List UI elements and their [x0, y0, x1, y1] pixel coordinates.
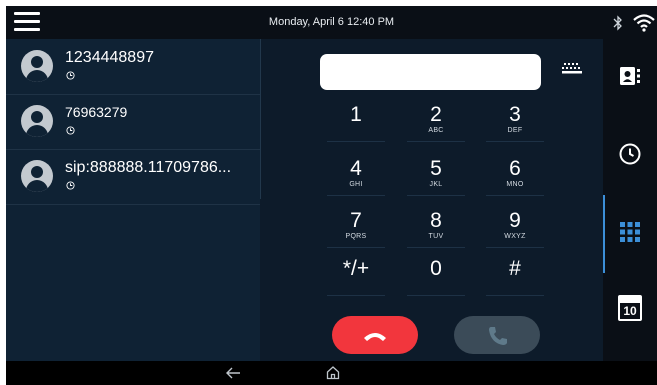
- clock-icon: [66, 181, 75, 190]
- recents-clock-icon: [619, 143, 641, 165]
- nav-dialpad[interactable]: [603, 195, 657, 273]
- nav-calendar[interactable]: 10: [603, 273, 657, 351]
- calendar-icon: 10: [618, 295, 642, 321]
- clock-icon: [66, 71, 75, 80]
- status-datetime: Monday, April 6 12:40 PM: [268, 16, 395, 28]
- active-indicator: [603, 195, 605, 273]
- nav-recents[interactable]: [603, 117, 657, 195]
- dial-key-8[interactable]: 8 TUV: [407, 202, 465, 248]
- call-button[interactable]: [454, 316, 540, 354]
- nav-contacts[interactable]: [603, 39, 657, 117]
- recent-call-name: 76963279: [65, 104, 128, 120]
- dial-key-1[interactable]: 1: [327, 96, 385, 142]
- contacts-icon: [620, 67, 640, 85]
- wifi-icon: [633, 14, 655, 32]
- hang-up-icon: [364, 333, 386, 341]
- home-icon[interactable]: [326, 365, 340, 380]
- recent-call-name: sip:888888.11709786...: [65, 159, 232, 176]
- back-arrow-icon[interactable]: [225, 366, 241, 380]
- dial-key-9[interactable]: 9 WXYZ: [486, 202, 544, 248]
- dial-key-5[interactable]: 5 JKL: [407, 150, 465, 196]
- clock-icon: [66, 126, 75, 135]
- dial-key-star-plus[interactable]: */+: [327, 250, 385, 296]
- recent-call-item[interactable]: sip:888888.11709786...: [6, 149, 260, 205]
- recent-call-item[interactable]: 1234448897: [6, 39, 260, 95]
- phone-screen: Monday, April 6 12:40 PM 1234448897 7696…: [6, 6, 657, 385]
- dial-key-4[interactable]: 4 GHI: [327, 150, 385, 196]
- end-call-button[interactable]: [332, 316, 418, 354]
- dial-key-3[interactable]: 3 DEF: [486, 96, 544, 142]
- avatar-icon: [21, 105, 53, 137]
- keyboard-icon[interactable]: [561, 61, 583, 79]
- bluetooth-icon: [613, 15, 622, 31]
- side-navigation: 10: [603, 39, 657, 361]
- dial-key-7[interactable]: 7 PQRS: [327, 202, 385, 248]
- status-bar: Monday, April 6 12:40 PM: [6, 6, 657, 39]
- recent-calls-list: 1234448897 76963279 sip:888888.11709786.…: [6, 39, 260, 361]
- dial-key-6[interactable]: 6 MNO: [486, 150, 544, 196]
- dialpad-icon: [620, 222, 640, 242]
- phone-icon: [489, 327, 507, 345]
- dialpad-panel: 1 2 ABC 3 DEF 4 GHI 5 JKL 6 MNO 7 PQRS 8…: [261, 39, 603, 361]
- recent-call-name: 1234448897: [65, 49, 154, 66]
- dial-number-input[interactable]: [320, 54, 541, 90]
- recent-call-item[interactable]: 76963279: [6, 94, 260, 150]
- dial-key-0[interactable]: 0: [407, 250, 465, 296]
- system-nav-bar: [6, 361, 657, 385]
- avatar-icon: [21, 160, 53, 192]
- dial-key-hash[interactable]: #: [486, 250, 544, 296]
- dial-key-2[interactable]: 2 ABC: [407, 96, 465, 142]
- avatar-icon: [21, 50, 53, 82]
